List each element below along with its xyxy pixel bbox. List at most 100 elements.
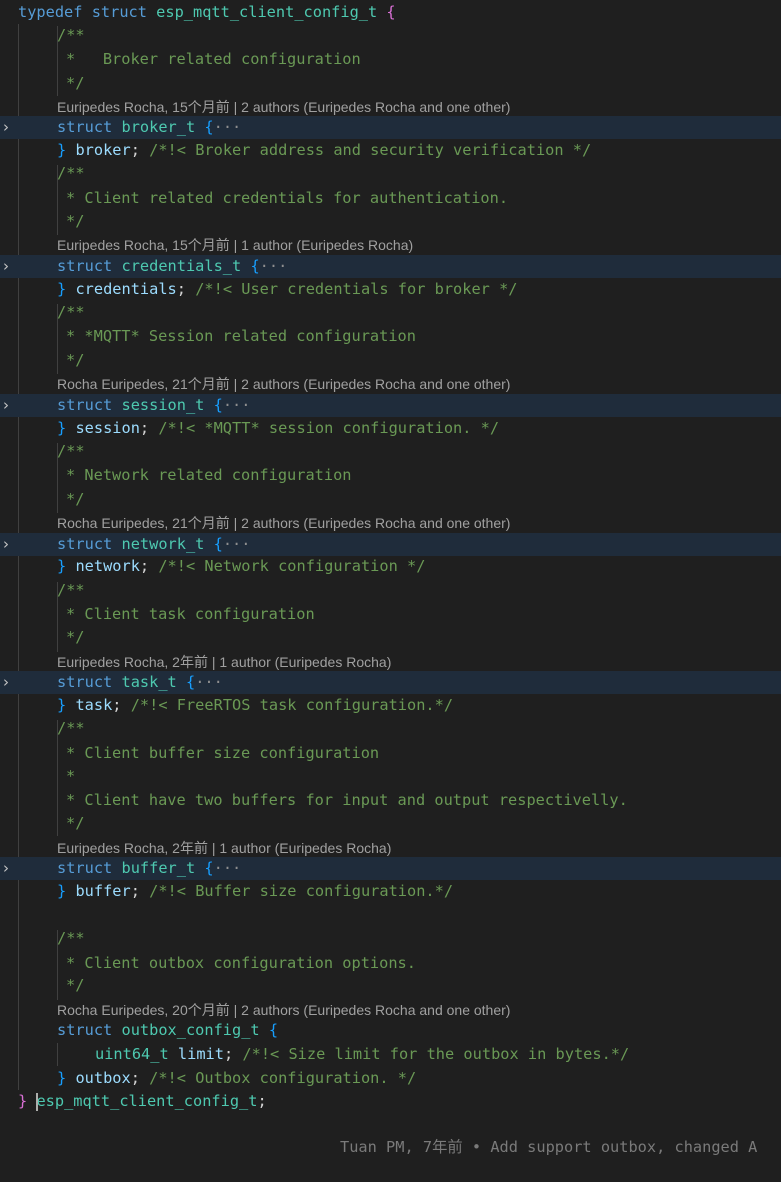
inline-comment: /*!< Buffer size configuration.*/ xyxy=(149,882,454,900)
codelens-authors-credentials[interactable]: Euripedes Rocha, 15个月前 | 1 author (Eurip… xyxy=(57,235,413,255)
semicolon: ; xyxy=(130,1069,140,1087)
comment-text: /** xyxy=(57,442,85,460)
code-line[interactable]: } outbox; /*!< Outbox configuration. */ xyxy=(0,1067,781,1090)
folded-struct-line-buffer[interactable]: › struct buffer_t {··· xyxy=(0,857,781,880)
comment-line[interactable]: * Client have two buffers for input and … xyxy=(0,789,781,812)
folded-struct-line-broker[interactable]: › struct broker_t {··· xyxy=(0,116,781,139)
struct-type-name: session_t xyxy=(121,396,205,414)
comment-line[interactable]: * Client related credentials for authent… xyxy=(0,187,781,210)
folded-struct-line-credentials[interactable]: › struct credentials_t {··· xyxy=(0,255,781,278)
comment-text: */ xyxy=(66,351,85,369)
code-line[interactable]: typedef struct esp_mqtt_client_config_t … xyxy=(0,1,781,24)
code-line[interactable]: struct outbox_config_t { xyxy=(0,1019,781,1042)
comment-line[interactable]: * Client outbox configuration options. xyxy=(0,952,781,975)
folded-ellipsis[interactable]: ··· xyxy=(223,535,251,553)
codelens-authors-network[interactable]: Rocha Euripedes, 21个月前 | 2 authors (Euri… xyxy=(57,513,510,533)
codelens-authors-outbox[interactable]: Rocha Euripedes, 20个月前 | 2 authors (Euri… xyxy=(57,1000,510,1020)
chevron-right-icon[interactable]: › xyxy=(0,116,12,139)
comment-line[interactable]: * *MQTT* Session related configuration xyxy=(0,325,781,348)
inline-comment: /*!< Outbox configuration. */ xyxy=(149,1069,417,1087)
open-brace: { xyxy=(204,859,214,877)
comment-text: * Client have two buffers for input and … xyxy=(66,791,628,809)
chevron-right-icon[interactable]: › xyxy=(0,671,12,694)
comment-text: */ xyxy=(66,814,85,832)
folded-struct-line-task[interactable]: › struct task_t {··· xyxy=(0,671,781,694)
chevron-right-icon[interactable]: › xyxy=(0,857,12,880)
codelens-authors-broker[interactable]: Euripedes Rocha, 15个月前 | 2 authors (Euri… xyxy=(57,97,510,117)
folded-struct-line-network[interactable]: › struct network_t {··· xyxy=(0,533,781,556)
code-line[interactable]: } broker; /*!< Broker address and securi… xyxy=(0,139,781,162)
folded-ellipsis[interactable]: ··· xyxy=(260,257,288,275)
comment-line[interactable]: * Network related configuration xyxy=(0,464,781,487)
code-line[interactable]: uint64_t limit; /*!< Size limit for the … xyxy=(0,1043,781,1066)
comment-text: * Client task configuration xyxy=(66,605,315,623)
comment-text: */ xyxy=(66,212,85,230)
chevron-right-icon[interactable]: › xyxy=(0,394,12,417)
inline-blame[interactable]: Tuan PM, 7年前 • Add support outbox, chang… xyxy=(340,1136,757,1159)
close-brace: } xyxy=(57,882,67,900)
inline-comment: /*!< User credentials for broker */ xyxy=(195,280,518,298)
chevron-right-icon[interactable]: › xyxy=(0,255,12,278)
comment-line[interactable]: * xyxy=(0,765,781,788)
comment-line[interactable]: /** xyxy=(0,162,781,185)
inline-comment: /*!< Size limit for the outbox in bytes.… xyxy=(242,1045,630,1063)
comment-line[interactable]: */ xyxy=(0,72,781,95)
code-line[interactable]: } network; /*!< Network configuration */ xyxy=(0,555,781,578)
comment-line[interactable]: * Client buffer size configuration xyxy=(0,742,781,765)
close-brace: } xyxy=(57,1069,67,1087)
struct-type-name: buffer_t xyxy=(121,859,196,877)
member-name: network xyxy=(75,557,140,575)
comment-line[interactable]: */ xyxy=(0,812,781,835)
chevron-right-icon[interactable]: › xyxy=(0,533,12,556)
struct-type-name: broker_t xyxy=(121,118,196,136)
comment-text: /** xyxy=(57,164,85,182)
open-brace: { xyxy=(185,673,196,691)
comment-text: */ xyxy=(66,490,85,508)
comment-line[interactable]: /** xyxy=(0,927,781,950)
comment-line[interactable]: */ xyxy=(0,210,781,233)
comment-text: /** xyxy=(57,303,85,321)
comment-text: */ xyxy=(66,976,85,994)
close-brace: } xyxy=(57,696,67,714)
member-name: outbox xyxy=(75,1069,131,1087)
folded-ellipsis[interactable]: ··· xyxy=(214,118,242,136)
comment-line[interactable]: /** xyxy=(0,717,781,740)
comment-line[interactable]: /** xyxy=(0,301,781,324)
comment-line[interactable]: */ xyxy=(0,626,781,649)
struct-type-name: credentials_t xyxy=(121,257,242,275)
code-line[interactable]: } session; /*!< *MQTT* session configura… xyxy=(0,417,781,440)
close-brace: } xyxy=(57,141,67,159)
keyword-struct: struct xyxy=(57,1021,113,1039)
struct-type-name: network_t xyxy=(121,535,205,553)
member-name: session xyxy=(75,419,140,437)
semicolon: ; xyxy=(176,280,186,298)
comment-line[interactable]: */ xyxy=(0,349,781,372)
folded-ellipsis[interactable]: ··· xyxy=(195,673,223,691)
code-editor[interactable]: typedef struct esp_mqtt_client_config_t … xyxy=(0,0,781,1156)
close-brace: } xyxy=(57,557,67,575)
comment-text: * Client outbox configuration options. xyxy=(66,954,416,972)
codelens-authors-buffer[interactable]: Euripedes Rocha, 2年前 | 1 author (Euriped… xyxy=(57,838,391,858)
comment-text: * Broker related configuration xyxy=(66,50,361,68)
comment-text: */ xyxy=(66,628,85,646)
code-line[interactable]: } task; /*!< FreeRTOS task configuration… xyxy=(0,694,781,717)
folded-struct-line-session[interactable]: › struct session_t {··· xyxy=(0,394,781,417)
comment-line[interactable]: * Broker related configuration xyxy=(0,48,781,71)
inline-comment: /*!< FreeRTOS task configuration.*/ xyxy=(130,696,454,714)
comment-line[interactable]: /** xyxy=(0,440,781,463)
comment-line[interactable]: /** xyxy=(0,24,781,47)
code-line[interactable]: } buffer; /*!< Buffer size configuration… xyxy=(0,880,781,903)
comment-line[interactable]: */ xyxy=(0,488,781,511)
codelens-authors-task[interactable]: Euripedes Rocha, 2年前 | 1 author (Euriped… xyxy=(57,652,391,672)
comment-line[interactable]: */ xyxy=(0,974,781,997)
comment-text: */ xyxy=(66,74,85,92)
comment-text: /** xyxy=(57,719,85,737)
folded-ellipsis[interactable]: ··· xyxy=(223,396,251,414)
code-line[interactable]: } esp_mqtt_client_config_t; Tuan PM, 7年前… xyxy=(0,1090,781,1156)
folded-ellipsis[interactable]: ··· xyxy=(214,859,242,877)
keyword-struct: struct xyxy=(57,673,113,691)
code-line[interactable]: } credentials; /*!< User credentials for… xyxy=(0,278,781,301)
codelens-authors-session[interactable]: Rocha Euripedes, 21个月前 | 2 authors (Euri… xyxy=(57,374,510,394)
comment-line[interactable]: * Client task configuration xyxy=(0,603,781,626)
comment-line[interactable]: /** xyxy=(0,579,781,602)
